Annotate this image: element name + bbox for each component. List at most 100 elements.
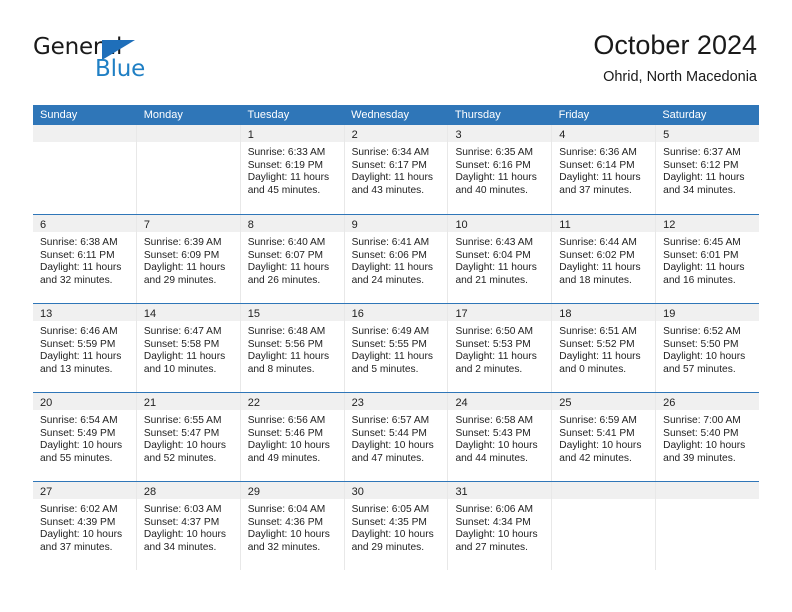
day-cell[interactable]: 8 Sunrise: 6:40 AM Sunset: 6:07 PM Daylight… bbox=[240, 215, 345, 303]
day-cell[interactable]: 1 Sunrise: 6:33 AM Sunset: 6:19 PM Daylight… bbox=[240, 125, 345, 214]
day-number: 3 bbox=[455, 129, 462, 141]
sunrise-text: Sunrise: 6:02 AM bbox=[40, 504, 118, 515]
day-number-band bbox=[33, 125, 136, 142]
daylight-text: Daylight: 10 hours bbox=[663, 351, 746, 363]
daylight-text: Daylight: 10 hours bbox=[559, 440, 642, 452]
sunrise-text: Sunrise: 6:51 AM bbox=[559, 326, 637, 337]
day-cell[interactable]: 10 Sunrise: 6:43 AM Sunset: 6:04 PM Dayligh… bbox=[448, 215, 553, 303]
sunset-text: Sunset: 5:47 PM bbox=[143, 427, 220, 439]
daylight-text-cont: and 47 minutes. bbox=[351, 452, 425, 464]
day-cell[interactable]: 19 Sunrise: 6:52 AM Sunset: 5:50 PM Dayligh… bbox=[656, 304, 760, 392]
daylight-text: Daylight: 10 hours bbox=[455, 440, 538, 452]
daylight-text: Daylight: 10 hours bbox=[40, 440, 123, 452]
day-cell[interactable]: 11 Sunrise: 6:44 AM Sunset: 6:02 PM Dayligh… bbox=[552, 215, 657, 303]
day-cell[interactable]: 25 Sunrise: 6:59 AM Sunset: 5:41 PM Dayligh… bbox=[552, 393, 657, 481]
sunrise-text: Sunrise: 6:35 AM bbox=[455, 147, 534, 158]
weekday-header-saturday: Saturday bbox=[662, 109, 707, 121]
day-cell-empty bbox=[656, 482, 760, 570]
day-details: Sunrise: 6:47 AM Sunset: 5:58 PM Daylight:… bbox=[137, 321, 240, 376]
sunset-text: Sunset: 5:58 PM bbox=[143, 338, 220, 350]
daylight-text-cont: and 49 minutes. bbox=[247, 452, 321, 464]
day-cell[interactable]: 24 Sunrise: 6:58 AM Sunset: 5:43 PM Dayligh… bbox=[448, 393, 553, 481]
day-cell[interactable]: 7 Sunrise: 6:39 AM Sunset: 6:09 PM Daylight… bbox=[136, 215, 241, 303]
sunrise-text: Sunrise: 6:39 AM bbox=[143, 237, 222, 248]
day-cell[interactable]: 23 Sunrise: 6:57 AM Sunset: 5:44 PM Dayligh… bbox=[344, 393, 449, 481]
day-cell[interactable]: 5 Sunrise: 6:37 AM Sunset: 6:12 PM Daylight… bbox=[656, 125, 760, 214]
day-details: Sunrise: 6:43 AM Sunset: 6:04 PM Daylight:… bbox=[448, 232, 551, 287]
sunrise-text: Sunrise: 6:48 AM bbox=[247, 326, 326, 337]
day-cell-empty bbox=[33, 125, 137, 214]
day-details: Sunrise: 6:03 AM Sunset: 4:37 PM Daylight:… bbox=[137, 499, 240, 554]
day-number: 11 bbox=[559, 219, 571, 231]
daylight-text-cont: and 37 minutes. bbox=[559, 184, 632, 196]
daylight-text-cont: and 57 minutes. bbox=[663, 363, 736, 375]
day-cell[interactable]: 3 Sunrise: 6:35 AM Sunset: 6:16 PM Daylight… bbox=[448, 125, 553, 214]
day-cell[interactable]: 28 Sunrise: 6:03 AM Sunset: 4:37 PM Dayligh… bbox=[136, 482, 241, 570]
day-details: Sunrise: 6:52 AM Sunset: 5:50 PM Daylight:… bbox=[656, 321, 759, 376]
daylight-text: Daylight: 11 hours bbox=[455, 351, 537, 363]
day-cell[interactable]: 6 Sunrise: 6:38 AM Sunset: 6:11 PM Daylight… bbox=[33, 215, 137, 303]
day-details: Sunrise: 6:58 AM Sunset: 5:43 PM Daylight:… bbox=[448, 410, 551, 465]
weekday-header-monday: Monday bbox=[143, 109, 183, 121]
day-number-band: 15 bbox=[240, 304, 344, 321]
day-cell[interactable]: 26 Sunrise: 7:00 AM Sunset: 5:40 PM Dayligh… bbox=[656, 393, 760, 481]
day-number-band bbox=[552, 482, 656, 499]
day-number-band: 25 bbox=[552, 393, 656, 410]
day-cell[interactable]: 16 Sunrise: 6:49 AM Sunset: 5:55 PM Dayligh… bbox=[344, 304, 449, 392]
daylight-text-cont: and 29 minutes. bbox=[351, 541, 425, 553]
calendar-week-row: 27 Sunrise: 6:02 AM Sunset: 4:39 PM Dayligh… bbox=[33, 481, 760, 570]
day-number-band: 16 bbox=[344, 304, 448, 321]
day-details: Sunrise: 6:49 AM Sunset: 5:55 PM Daylight:… bbox=[345, 321, 448, 376]
day-number: 5 bbox=[663, 129, 670, 141]
day-details: Sunrise: 6:59 AM Sunset: 5:41 PM Daylight:… bbox=[552, 410, 655, 465]
sunrise-text: Sunrise: 6:56 AM bbox=[247, 415, 326, 426]
day-cell[interactable]: 29 Sunrise: 6:04 AM Sunset: 4:36 PM Dayligh… bbox=[240, 482, 345, 570]
day-cell[interactable]: 13 Sunrise: 6:46 AM Sunset: 5:59 PM Dayligh… bbox=[33, 304, 137, 392]
sunset-text: Sunset: 6:12 PM bbox=[663, 159, 739, 171]
day-cell[interactable]: 2 Sunrise: 6:34 AM Sunset: 6:17 PM Daylight… bbox=[344, 125, 449, 214]
day-details: Sunrise: 6:04 AM Sunset: 4:36 PM Daylight:… bbox=[241, 499, 344, 554]
daylight-text: Daylight: 11 hours bbox=[559, 262, 641, 274]
day-number: 4 bbox=[559, 129, 566, 141]
sunrise-text: Sunrise: 6:50 AM bbox=[455, 326, 534, 337]
daylight-text: Daylight: 11 hours bbox=[247, 262, 330, 274]
day-cell[interactable]: 20 Sunrise: 6:54 AM Sunset: 5:49 PM Dayligh… bbox=[33, 393, 137, 481]
daylight-text-cont: and 21 minutes. bbox=[455, 274, 528, 286]
sunset-text: Sunset: 6:11 PM bbox=[40, 249, 115, 261]
day-number-band: 4 bbox=[552, 125, 656, 142]
sunrise-text: Sunrise: 6:44 AM bbox=[559, 237, 637, 248]
day-number-band: 8 bbox=[240, 215, 344, 232]
day-details: Sunrise: 6:33 AM Sunset: 6:19 PM Daylight:… bbox=[241, 142, 344, 197]
day-cell[interactable]: 31 Sunrise: 6:06 AM Sunset: 4:34 PM Dayligh… bbox=[448, 482, 553, 570]
sunrise-text: Sunrise: 6:33 AM bbox=[247, 147, 326, 158]
day-cell[interactable]: 18 Sunrise: 6:51 AM Sunset: 5:52 PM Dayligh… bbox=[552, 304, 657, 392]
day-cell[interactable]: 27 Sunrise: 6:02 AM Sunset: 4:39 PM Dayligh… bbox=[33, 482, 137, 570]
daylight-text: Daylight: 11 hours bbox=[40, 262, 122, 274]
day-cell[interactable]: 14 Sunrise: 6:47 AM Sunset: 5:58 PM Dayligh… bbox=[136, 304, 241, 392]
day-number-band: 7 bbox=[136, 215, 240, 232]
day-cell[interactable]: 9 Sunrise: 6:41 AM Sunset: 6:06 PM Daylight… bbox=[344, 215, 449, 303]
sunrise-text: Sunrise: 6:03 AM bbox=[143, 504, 222, 515]
day-number: 15 bbox=[247, 308, 260, 320]
daylight-text-cont: and 18 minutes. bbox=[559, 274, 632, 286]
daylight-text: Daylight: 11 hours bbox=[143, 262, 226, 274]
day-number: 6 bbox=[40, 219, 47, 231]
day-cell[interactable]: 17 Sunrise: 6:50 AM Sunset: 5:53 PM Dayligh… bbox=[448, 304, 553, 392]
day-cell[interactable]: 4 Sunrise: 6:36 AM Sunset: 6:14 PM Daylight… bbox=[552, 125, 657, 214]
daylight-text-cont: and 27 minutes. bbox=[455, 541, 528, 553]
day-number: 29 bbox=[247, 486, 260, 498]
page-title: October 2024 bbox=[593, 30, 757, 60]
general-blue-logo[interactable]: General Blue bbox=[33, 36, 213, 88]
day-number: 20 bbox=[40, 397, 53, 409]
day-details: Sunrise: 6:02 AM Sunset: 4:39 PM Daylight:… bbox=[33, 499, 136, 554]
day-number-band: 5 bbox=[656, 125, 760, 142]
day-cell[interactable]: 21 Sunrise: 6:55 AM Sunset: 5:47 PM Dayligh… bbox=[136, 393, 241, 481]
day-cell[interactable]: 30 Sunrise: 6:05 AM Sunset: 4:35 PM Dayligh… bbox=[344, 482, 449, 570]
day-cell[interactable]: 12 Sunrise: 6:45 AM Sunset: 6:01 PM Dayligh… bbox=[656, 215, 760, 303]
day-number: 13 bbox=[40, 308, 53, 320]
sunset-text: Sunset: 4:34 PM bbox=[455, 516, 531, 528]
day-cell[interactable]: 22 Sunrise: 6:56 AM Sunset: 5:46 PM Dayligh… bbox=[240, 393, 345, 481]
daylight-text-cont: and 5 minutes. bbox=[351, 363, 419, 375]
day-cell[interactable]: 15 Sunrise: 6:48 AM Sunset: 5:56 PM Dayligh… bbox=[240, 304, 345, 392]
day-details: Sunrise: 6:57 AM Sunset: 5:44 PM Daylight:… bbox=[345, 410, 448, 465]
